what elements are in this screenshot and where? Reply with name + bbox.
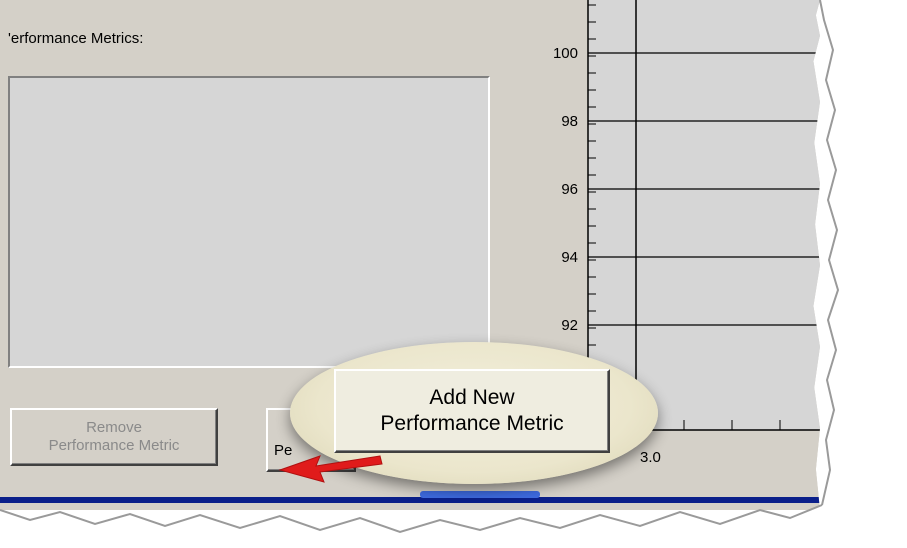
screenshot-stage: 'erformance Metrics: Remove Performance … [0,0,907,548]
torn-edge [0,0,907,548]
torn-edge-overlay [0,0,907,548]
